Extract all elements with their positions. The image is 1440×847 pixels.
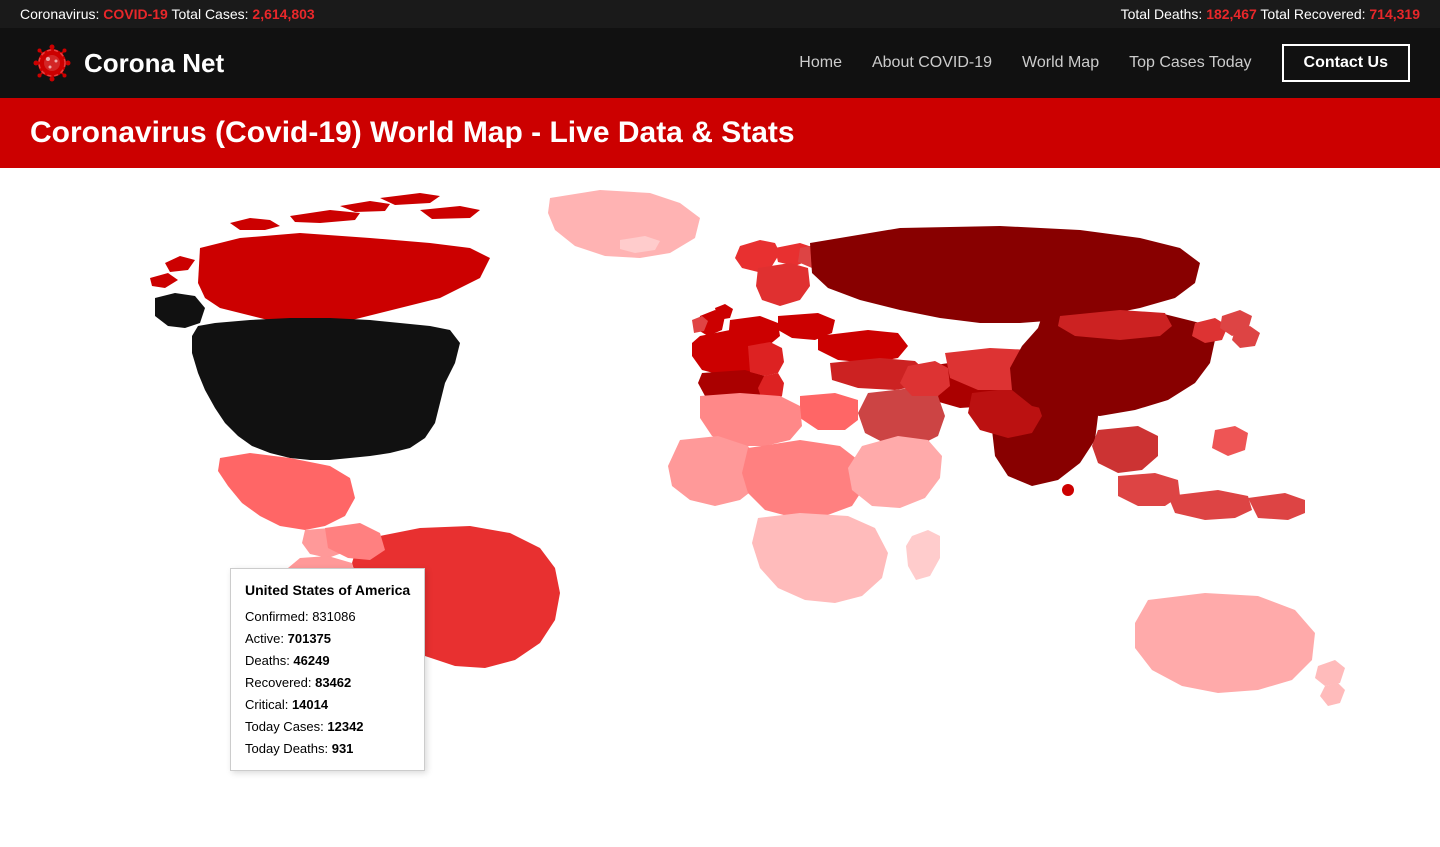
ticker-covid: COVID-19 [103,6,168,22]
tooltip-critical: Critical: 14014 [245,694,410,716]
nav-worldmap[interactable]: World Map [1022,54,1099,72]
ticker-recovered-value: 714,319 [1369,6,1420,22]
navbar: Corona Net Home About COVID-19 World Map… [0,28,1440,98]
logo-icon [30,41,74,85]
tooltip-today-cases: Today Cases: 12342 [245,716,410,738]
banner-title: Coronavirus (Covid-19) World Map - Live … [30,116,1410,150]
map-container: United States of America Confirmed: 8310… [0,168,1440,818]
nav-links: Home About COVID-19 World Map Top Cases … [799,44,1410,82]
ticker-recovered-label: Total Recovered: [1257,6,1370,22]
ticker-cases-label: Total Cases: [168,6,253,22]
tooltip-country: United States of America [245,579,410,603]
ticker-cases-value: 2,614,803 [252,6,314,22]
ticker-left: Coronavirus: [20,6,103,22]
tooltip-deaths: Deaths: 46249 [245,650,410,672]
tooltip-active: Active: 701375 [245,628,410,650]
red-banner: Coronavirus (Covid-19) World Map - Live … [0,98,1440,168]
nav-about[interactable]: About COVID-19 [872,54,992,72]
logo-area: Corona Net [30,41,799,85]
tooltip-today-deaths: Today Deaths: 931 [245,738,410,760]
ticker-bar: Coronavirus: COVID-19 Total Cases: 2,614… [0,0,1440,28]
ticker-deaths-value: 182,467 [1206,6,1257,22]
ticker-deaths-label: Total Deaths: [1121,6,1207,22]
nav-topcases[interactable]: Top Cases Today [1129,54,1251,72]
contact-button[interactable]: Contact Us [1282,44,1410,82]
country-tooltip: United States of America Confirmed: 8310… [230,568,425,771]
tooltip-confirmed: Confirmed: 831086 [245,606,410,628]
nav-home[interactable]: Home [799,54,842,72]
world-map-svg [0,168,1440,818]
tooltip-recovered: Recovered: 83462 [245,672,410,694]
logo-text: Corona Net [84,48,224,79]
